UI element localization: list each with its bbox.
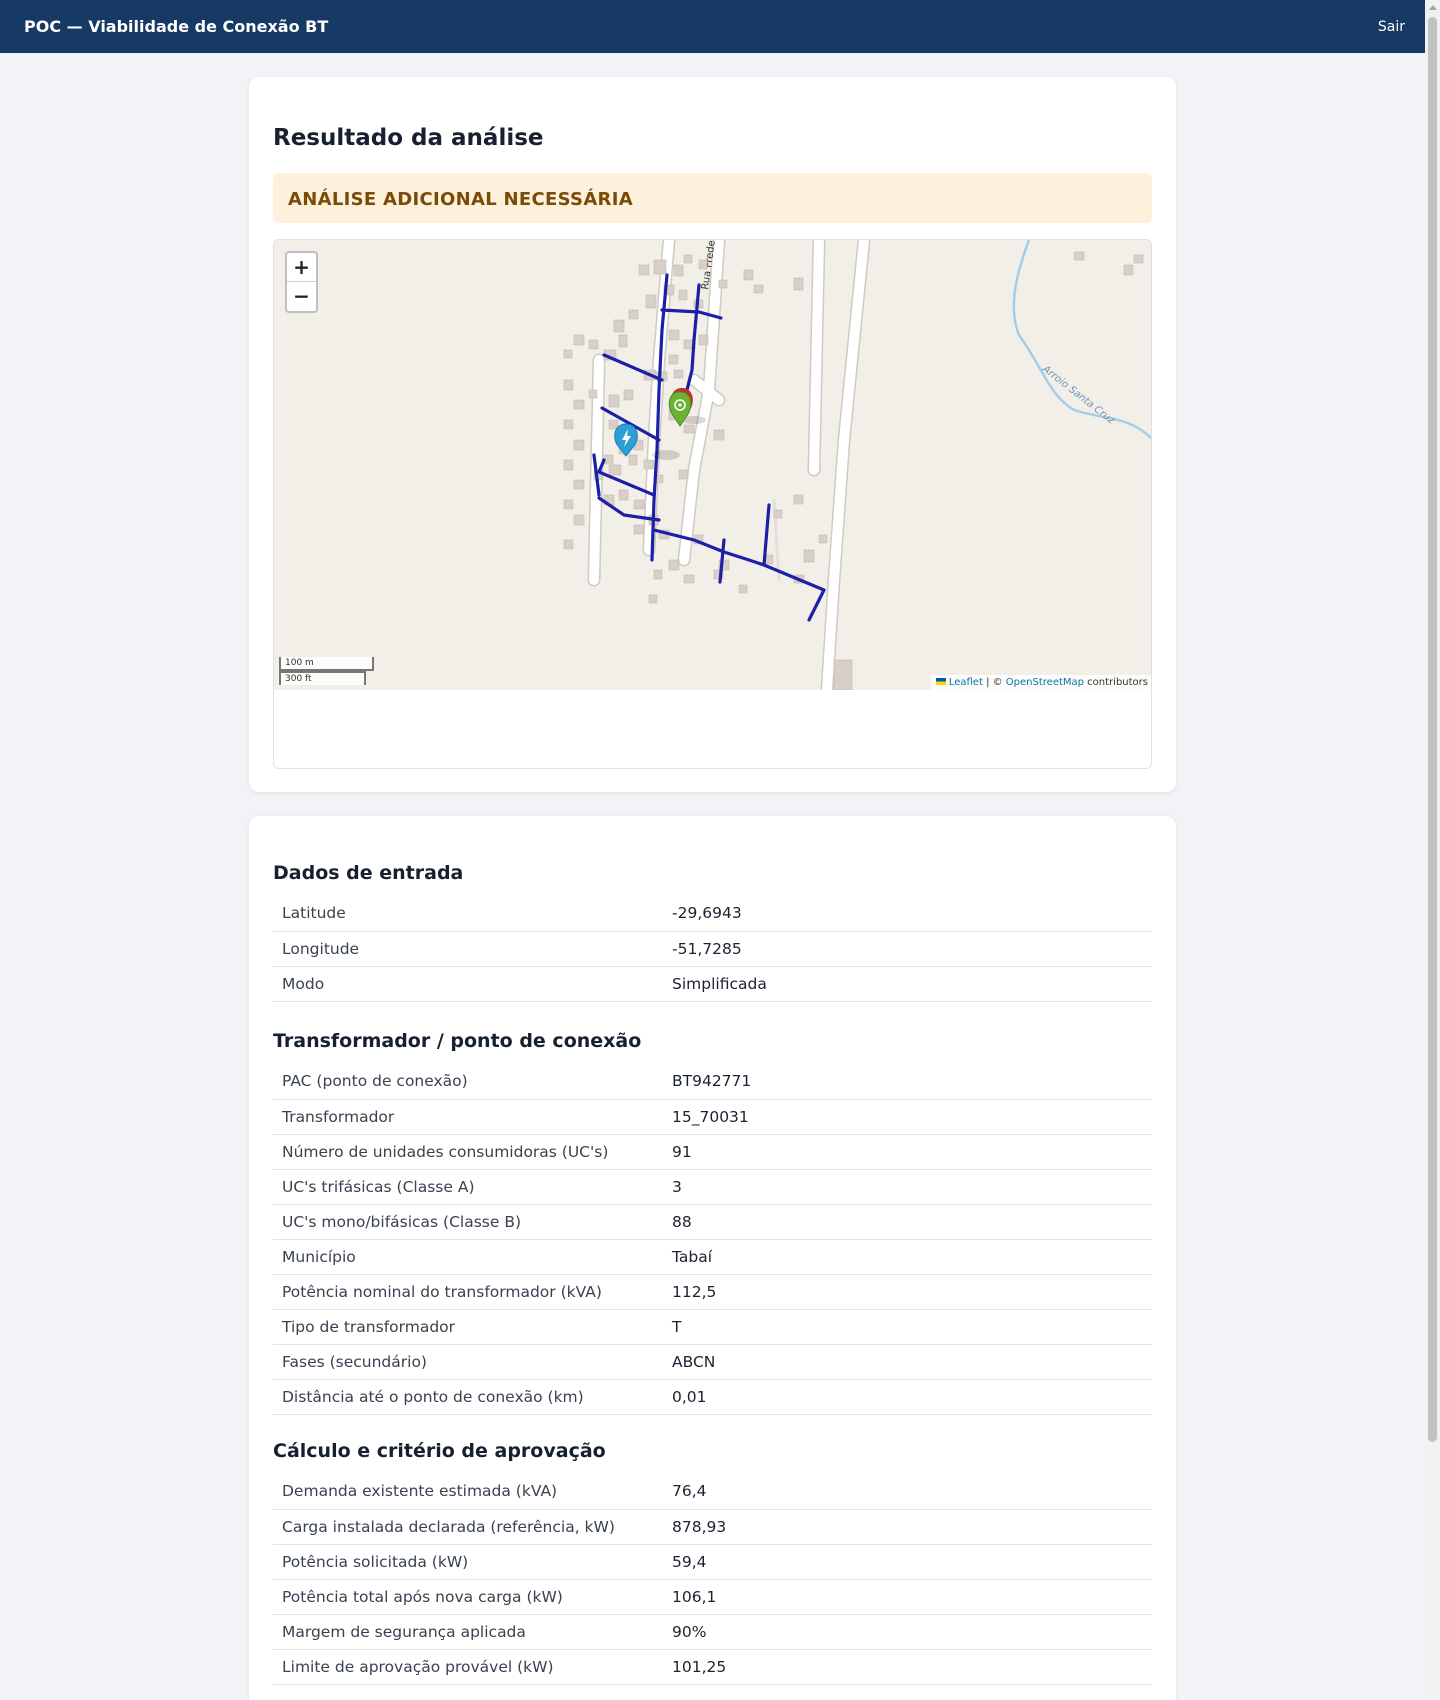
scale-control: 100 m 300 ft [279, 657, 374, 685]
table-row: Demanda existente estimada (kVA) 76,4 [273, 1474, 1152, 1510]
row-value: 3 [672, 1169, 1152, 1205]
row-value: 59,4 [672, 1544, 1152, 1580]
row-label: Demanda existente estimada (kVA) [273, 1474, 672, 1510]
table-row: Município Tabaí [273, 1239, 1152, 1275]
row-label: Transformador [273, 1099, 672, 1135]
row-label: Latitude [273, 896, 672, 932]
table-row: UC's trifásicas (Classe A) 3 [273, 1169, 1152, 1205]
row-label: Limite de aprovação provável (kW) [273, 1649, 672, 1685]
river-label: Arroio Santa Cruz [1039, 363, 1116, 427]
row-value: 878,93 [672, 1509, 1152, 1545]
table-row: Limite de aprovação provável (kW) 101,25 [273, 1649, 1152, 1685]
ukraine-flag-icon [935, 678, 946, 685]
row-label: Fases (secundário) [273, 1344, 672, 1380]
table-row: Margem de segurança aplicada 90% [273, 1614, 1152, 1650]
map-attribution: Leaflet | © OpenStreetMap contributors [930, 675, 1151, 690]
row-value: Tabaí [672, 1239, 1152, 1275]
openstreetmap-link[interactable]: OpenStreetMap [1006, 677, 1084, 688]
zoom-out-button[interactable]: − [287, 282, 316, 311]
row-value: T [672, 1309, 1152, 1345]
input-section-heading: Dados de entrada [273, 862, 464, 884]
row-label: Potência nominal do transformador (kVA) [273, 1274, 672, 1310]
status-alert: ANÁLISE ADICIONAL NECESSÁRIA [273, 173, 1152, 223]
table-row: PAC (ponto de conexão) BT942771 [273, 1064, 1152, 1100]
transformer-section-heading: Transformador / ponto de conexão [273, 1030, 642, 1052]
table-row: Número de unidades consumidoras (UC's) 91 [273, 1134, 1152, 1170]
table-row: Potência solicitada (kW) 59,4 [273, 1544, 1152, 1580]
result-card: Resultado da análise ANÁLISE ADICIONAL N… [249, 77, 1176, 792]
table-row: Longitude -51,7285 [273, 931, 1152, 967]
table-row: Tipo de transformador T [273, 1309, 1152, 1345]
attribution-separator: | © [982, 677, 1006, 688]
row-value: BT942771 [672, 1064, 1152, 1100]
table-row: Fases (secundário) ABCN [273, 1344, 1152, 1380]
row-value: -29,6943 [672, 896, 1152, 932]
map-container: Arroio Santa Cruz Rua Freder + − 100 m 3… [273, 239, 1152, 769]
row-label: Tipo de transformador [273, 1309, 672, 1345]
row-value: 101,25 [672, 1649, 1152, 1685]
table-row: Latitude -29,6943 [273, 896, 1152, 932]
row-value: 0,01 [672, 1379, 1152, 1415]
row-label: Carga instalada declarada (referência, k… [273, 1509, 672, 1545]
scale-imperial: 300 ft [279, 671, 366, 685]
table-row: Modo Simplificada [273, 966, 1152, 1002]
result-heading: Resultado da análise [273, 125, 544, 151]
row-value: 106,1 [672, 1579, 1152, 1615]
row-label: Margem de segurança aplicada [273, 1614, 672, 1650]
row-label: Município [273, 1239, 672, 1275]
row-value: 90% [672, 1614, 1152, 1650]
table-row: Carga instalada declarada (referência, k… [273, 1509, 1152, 1545]
row-label: Longitude [273, 931, 672, 967]
scale-metric: 100 m [279, 657, 374, 671]
logout-link[interactable]: Sair [1378, 19, 1405, 35]
top-navbar: POC — Viabilidade de Conexão BT Sair [0, 0, 1425, 53]
row-label: UC's trifásicas (Classe A) [273, 1169, 672, 1205]
row-label: Distância até o ponto de conexão (km) [273, 1379, 672, 1415]
row-value: 91 [672, 1134, 1152, 1170]
leaflet-link[interactable]: Leaflet [949, 677, 983, 688]
scrollbar-thumb[interactable] [1428, 17, 1437, 1442]
attribution-tail: contributors [1084, 677, 1148, 688]
status-text: ANÁLISE ADICIONAL NECESSÁRIA [288, 189, 633, 210]
app-title: POC — Viabilidade de Conexão BT [24, 17, 329, 36]
row-value: 88 [672, 1204, 1152, 1240]
row-label: UC's mono/bifásicas (Classe B) [273, 1204, 672, 1240]
zoom-control: + − [285, 251, 318, 313]
page-scrollbar[interactable] [1425, 0, 1440, 1700]
calc-section-heading: Cálculo e critério de aprovação [273, 1440, 606, 1462]
calc-table: Demanda existente estimada (kVA) 76,4 Carg… [273, 1474, 1152, 1685]
transformer-table: PAC (ponto de conexão) BT942771 Transforma… [273, 1064, 1152, 1415]
row-label: Modo [273, 966, 672, 1002]
row-label: PAC (ponto de conexão) [273, 1064, 672, 1100]
row-label: Potência solicitada (kW) [273, 1544, 672, 1580]
scroll-up-arrow-icon[interactable] [1429, 5, 1437, 10]
map-canvas: Arroio Santa Cruz Rua Freder [563, 240, 1151, 690]
table-row: Potência total após nova carga (kW) 106,1 [273, 1579, 1152, 1615]
map-view[interactable]: Arroio Santa Cruz Rua Freder + − 100 m 3… [274, 240, 1151, 690]
table-row: Potência nominal do transformador (kVA) 1… [273, 1274, 1152, 1310]
row-value: ABCN [672, 1344, 1152, 1380]
row-value: -51,7285 [672, 931, 1152, 967]
row-value: 112,5 [672, 1274, 1152, 1310]
row-label: Número de unidades consumidoras (UC's) [273, 1134, 672, 1170]
details-card: Dados de entrada Latitude -29,6943 Longitu… [249, 816, 1176, 1700]
row-label: Potência total após nova carga (kW) [273, 1579, 672, 1615]
row-value: 15_70031 [672, 1099, 1152, 1135]
input-table: Latitude -29,6943 Longitude -51,7285 Modo Sim… [273, 896, 1152, 1002]
row-value: 76,4 [672, 1474, 1152, 1510]
table-row: Transformador 15_70031 [273, 1099, 1152, 1135]
row-value: Simplificada [672, 966, 1152, 1002]
table-row: Distância até o ponto de conexão (km) 0,0… [273, 1379, 1152, 1415]
zoom-in-button[interactable]: + [287, 253, 316, 282]
table-row: UC's mono/bifásicas (Classe B) 88 [273, 1204, 1152, 1240]
